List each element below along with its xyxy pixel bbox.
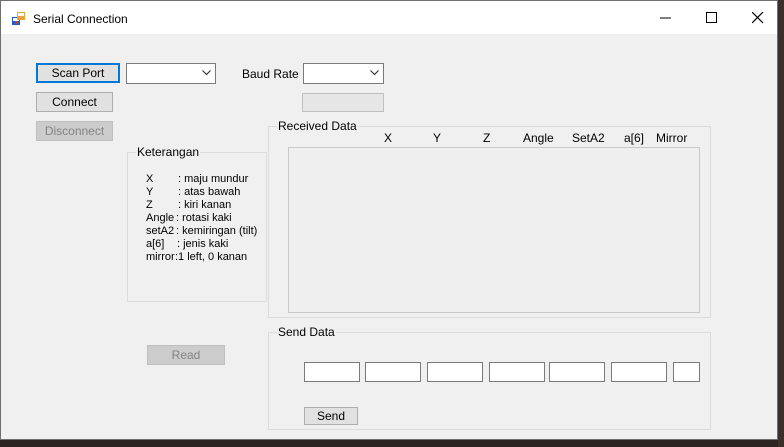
app-icon xyxy=(12,12,25,25)
legend-desc: : kemiringan (tilt) xyxy=(176,225,258,237)
send-field-angle[interactable] xyxy=(489,362,545,382)
column-header: a[6] xyxy=(624,131,645,145)
column-header: Z xyxy=(483,131,491,145)
maximize-button[interactable] xyxy=(689,1,735,34)
disconnect-button[interactable]: Disconnect xyxy=(36,121,113,141)
legend-desc: : kiri kanan xyxy=(178,199,232,211)
received-data-list[interactable] xyxy=(288,147,700,313)
legend-desc: :1 left, 0 kanan xyxy=(175,251,248,263)
port-select[interactable] xyxy=(126,63,216,84)
send-data-title: Send Data xyxy=(277,325,336,339)
send-button[interactable]: Send xyxy=(304,407,358,425)
legend-key: a[6] xyxy=(146,238,165,250)
minimize-icon xyxy=(660,17,671,19)
send-field-mirror[interactable] xyxy=(673,362,700,382)
desktop-background-right xyxy=(778,0,784,447)
received-data-group: Received Data X Y Z Angle SetA2 a[6] Mir… xyxy=(268,119,711,318)
connect-button[interactable]: Connect xyxy=(36,92,113,112)
chevron-down-icon xyxy=(202,70,211,76)
legend-key: mirror xyxy=(146,251,175,263)
legend-key: Angle xyxy=(146,212,175,224)
title-bar: Serial Connection xyxy=(1,1,777,34)
keterangan-group: Keterangan X : maju mundur Y : atas bawa… xyxy=(127,145,267,302)
column-header: Y xyxy=(433,131,442,145)
legend-desc: : jenis kaki xyxy=(177,238,229,250)
keterangan-title: Keterangan xyxy=(136,145,201,159)
column-header: SetA2 xyxy=(572,131,605,145)
send-field-z[interactable] xyxy=(427,362,483,382)
legend-key: Y xyxy=(146,186,154,198)
close-icon xyxy=(752,12,764,24)
column-header: Mirror xyxy=(656,131,688,145)
chevron-down-icon xyxy=(370,70,379,76)
send-field-seta2[interactable] xyxy=(549,362,605,382)
column-header: X xyxy=(384,131,393,145)
read-button[interactable]: Read xyxy=(147,345,225,365)
legend-key: X xyxy=(146,173,154,185)
baud-rate-select[interactable] xyxy=(303,63,384,84)
close-button[interactable] xyxy=(735,1,781,34)
send-field-a6[interactable] xyxy=(611,362,667,382)
legend-desc: : atas bawah xyxy=(178,186,241,198)
send-field-y[interactable] xyxy=(365,362,421,382)
send-field-x[interactable] xyxy=(304,362,360,382)
minimize-button[interactable] xyxy=(643,1,689,34)
legend-desc: : rotasi kaki xyxy=(176,212,232,224)
legend-desc: : maju mundur xyxy=(178,173,249,185)
scan-port-button[interactable]: Scan Port xyxy=(36,63,120,83)
desktop-background xyxy=(0,440,784,447)
baud-rate-label: Baud Rate xyxy=(242,67,299,81)
window-title: Serial Connection xyxy=(33,12,128,26)
column-header: Angle xyxy=(523,131,554,145)
send-data-group: Send Data Send xyxy=(268,325,711,430)
serial-connection-window: Serial Connection Scan Port Connect Disc… xyxy=(0,0,778,440)
received-data-title: Received Data xyxy=(277,119,358,133)
maximize-icon xyxy=(706,12,717,23)
legend-key: setA2 xyxy=(146,225,175,237)
legend-key: Z xyxy=(146,199,153,211)
status-box xyxy=(302,93,384,112)
